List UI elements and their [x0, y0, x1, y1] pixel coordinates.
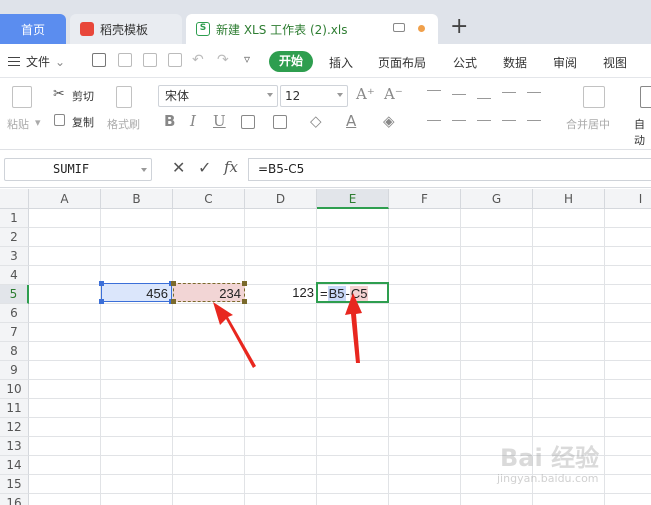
- menu-item-data[interactable]: 数据: [503, 54, 527, 71]
- bold-icon[interactable]: B: [164, 112, 175, 130]
- watermark-url: jingyan.baidu.com: [497, 472, 599, 485]
- paste-label[interactable]: 粘贴: [7, 116, 29, 132]
- tab-home-label: 首页: [20, 22, 45, 37]
- tab-daoke-templates[interactable]: 稻壳模板: [70, 14, 182, 44]
- font-name-select[interactable]: 宋体: [158, 85, 278, 107]
- align-center-icon[interactable]: [452, 120, 466, 121]
- menu-bar: 文件 ⌄ ↶ ↷ ▿ 开始 插入 页面布局 公式 数据 审阅 视图: [0, 44, 651, 78]
- tab-document-label: 新建 XLS 工作表 (2).xls: [216, 22, 348, 37]
- align-right-icon[interactable]: [477, 120, 491, 121]
- font-size-value: 12: [285, 89, 301, 103]
- save-icon[interactable]: [92, 53, 106, 67]
- ribbon-toolbar: 粘贴 ▾ ✂ 剪切 复制 格式刷 宋体 12 A⁺ A⁻ B I U ◇ A ◈…: [0, 78, 651, 150]
- align-left-icon[interactable]: [427, 120, 441, 121]
- paste-dropdown-icon[interactable]: ▾: [35, 116, 41, 129]
- watermark-logo: Bai 经验: [500, 444, 600, 472]
- new-tab-button[interactable]: +: [450, 16, 468, 38]
- increase-font-icon[interactable]: A⁺: [356, 85, 375, 103]
- menu-item-page-layout[interactable]: 页面布局: [378, 54, 426, 71]
- wrap-text-icon[interactable]: [640, 86, 651, 108]
- menu-item-review[interactable]: 审阅: [553, 54, 577, 71]
- chevron-down-icon: [337, 93, 343, 97]
- tab-home[interactable]: 首页: [0, 14, 66, 44]
- copy-button[interactable]: 复制: [72, 114, 94, 130]
- window-mode-icon[interactable]: [393, 23, 405, 32]
- export-icon[interactable]: [118, 53, 132, 67]
- distributed-icon[interactable]: [527, 120, 541, 121]
- menu-item-start[interactable]: 开始: [269, 51, 313, 72]
- underline-icon[interactable]: U: [213, 112, 226, 130]
- indent-icon[interactable]: [527, 92, 541, 93]
- italic-icon[interactable]: I: [190, 112, 196, 130]
- customize-quick-access-icon[interactable]: ▿: [244, 52, 250, 66]
- title-tab-bar: 首页 稻壳模板 S 新建 XLS 工作表 (2).xls +: [0, 0, 651, 44]
- hamburger-icon: [8, 57, 20, 66]
- format-painter-icon[interactable]: [116, 86, 132, 108]
- unsaved-dot-icon: [418, 25, 425, 32]
- insert-function-icon[interactable]: fx: [224, 158, 238, 176]
- name-box[interactable]: SUMIF: [4, 158, 152, 181]
- format-painter-label[interactable]: 格式刷: [107, 116, 140, 132]
- menu-item-view[interactable]: 视图: [603, 54, 627, 71]
- name-box-value: SUMIF: [53, 162, 90, 176]
- arrow-icon: [345, 293, 362, 363]
- formula-input[interactable]: =B5-C5: [248, 158, 651, 181]
- tab-daoke-label: 稻壳模板: [100, 22, 149, 37]
- tab-document[interactable]: S 新建 XLS 工作表 (2).xls: [186, 14, 438, 44]
- menu-item-insert[interactable]: 插入: [329, 54, 353, 71]
- border-icon[interactable]: [241, 115, 255, 129]
- menu-item-formulas[interactable]: 公式: [453, 54, 477, 71]
- copy-icon[interactable]: [54, 114, 65, 126]
- font-size-select[interactable]: 12: [280, 85, 348, 107]
- redo-icon[interactable]: ↷: [217, 52, 229, 68]
- spreadsheet-grid[interactable]: A B C D E F G H I 1 2 3 4 5 6 7 8 9 10 1…: [0, 189, 651, 505]
- red-arrow-to-e5: [345, 293, 362, 363]
- chevron-down-icon: ⌄: [55, 54, 66, 69]
- spreadsheet-file-icon: S: [196, 22, 210, 36]
- paste-icon[interactable]: [12, 86, 32, 108]
- justify-icon[interactable]: [502, 120, 516, 121]
- decrease-font-icon[interactable]: A⁻: [384, 85, 403, 103]
- chevron-down-icon: [141, 168, 147, 172]
- print-icon[interactable]: [143, 53, 157, 67]
- cut-button[interactable]: 剪切: [72, 88, 94, 104]
- undo-icon[interactable]: ↶: [192, 52, 204, 68]
- cancel-icon[interactable]: ✕: [172, 158, 185, 177]
- fill-pattern-icon[interactable]: [273, 115, 287, 129]
- daoke-logo-icon: [80, 22, 94, 36]
- formula-bar: SUMIF ✕ ✓ fx =B5-C5: [0, 150, 651, 188]
- file-menu-label: 文件: [26, 55, 51, 69]
- fill-color-icon[interactable]: ◇: [310, 112, 322, 130]
- wrap-text-label[interactable]: 自动: [634, 116, 651, 148]
- font-name-value: 宋体: [165, 89, 190, 103]
- file-menu[interactable]: 文件 ⌄: [8, 53, 65, 70]
- arrow-icon: [213, 302, 256, 368]
- merge-center-icon[interactable]: [583, 86, 605, 108]
- orientation-icon[interactable]: [502, 92, 516, 93]
- align-middle-icon[interactable]: [452, 94, 466, 95]
- chevron-down-icon: [267, 93, 273, 97]
- clear-format-icon[interactable]: ◈: [383, 112, 395, 130]
- align-top-icon[interactable]: [427, 90, 441, 91]
- red-arrow-to-c5: [213, 302, 256, 368]
- scissors-icon[interactable]: ✂: [53, 86, 65, 102]
- confirm-icon[interactable]: ✓: [198, 158, 211, 177]
- merge-center-label[interactable]: 合并居中: [566, 116, 610, 132]
- print-preview-icon[interactable]: [168, 53, 182, 67]
- font-color-icon[interactable]: A: [346, 112, 356, 130]
- align-bottom-icon[interactable]: [477, 98, 491, 99]
